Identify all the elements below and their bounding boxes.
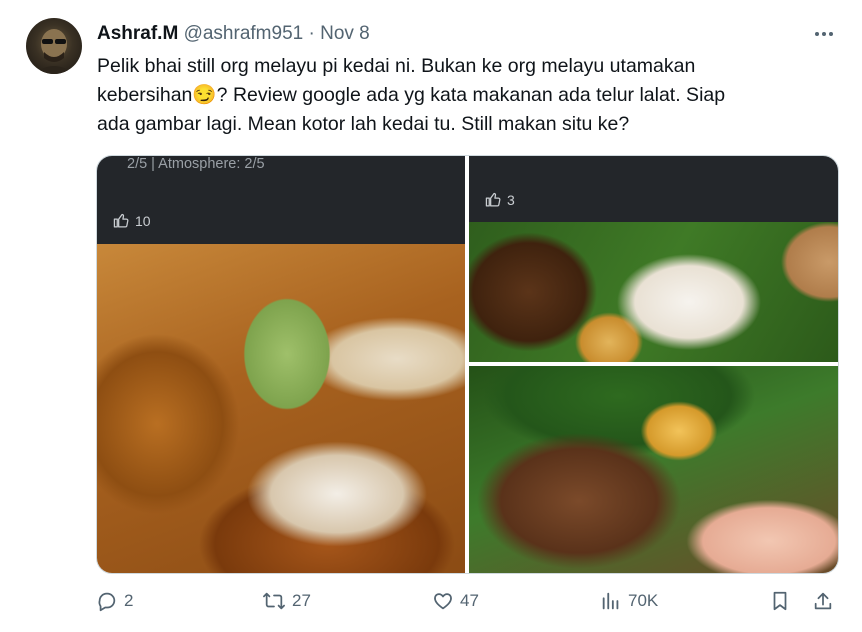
avatar-portrait [34, 29, 74, 74]
author-name[interactable]: Ashraf.M [97, 23, 178, 44]
bookmark-icon [773, 591, 787, 611]
header-separator: · [308, 23, 315, 44]
review-likes-count: 3 [507, 191, 515, 208]
repost-button[interactable]: 27 [262, 590, 311, 612]
views-button[interactable]: 70K [600, 590, 658, 612]
share-icon [814, 592, 832, 610]
review-rating-text: 2/5 | Atmosphere: 2/5 [127, 156, 265, 172]
thumbs-up-icon [485, 192, 501, 207]
hand-with-food-photo [469, 366, 838, 573]
review-likes-count: 10 [135, 212, 151, 229]
like-count: 47 [460, 591, 479, 610]
like-button[interactable]: 47 [432, 590, 479, 612]
views-chart-icon [602, 592, 619, 610]
bookmark-button[interactable] [769, 590, 791, 612]
media-image-2[interactable]: 3 [469, 156, 838, 362]
tweet-text: Pelik bhai still org melayu pi kedai ni.… [97, 52, 837, 139]
fried-chicken-photo [97, 244, 465, 573]
review-header: 2/5 | Atmosphere: 2/5 10 [97, 156, 465, 244]
repost-count: 27 [292, 591, 311, 610]
thumbs-up-icon [113, 213, 129, 228]
media-grid: 2/5 | Atmosphere: 2/5 10 3 [96, 155, 839, 574]
heart-icon [434, 593, 452, 610]
tweet-date[interactable]: Nov 8 [320, 23, 370, 44]
review-header: 3 [469, 156, 838, 222]
avatar[interactable] [26, 18, 82, 74]
tweet-header: Ashraf.M @ashrafm951 · Nov 8 [97, 22, 370, 46]
views-count: 70K [628, 591, 659, 610]
author-handle[interactable]: @ashrafm951 [184, 23, 304, 44]
reply-button[interactable]: 2 [96, 590, 133, 612]
more-dots-icon [815, 32, 833, 36]
tweet-text-line: kebersihan😏? Review google ada yg kata m… [97, 84, 726, 106]
tweet-text-line: Pelik bhai still org melayu pi kedai ni.… [97, 55, 696, 77]
tweet-text-line: ada gambar lagi. Mean kotor lah kedai tu… [97, 113, 630, 135]
rice-meal-photo [469, 222, 838, 362]
action-bar: 2 27 47 70K [0, 590, 862, 620]
more-options-button[interactable] [812, 22, 836, 46]
reply-icon [98, 592, 116, 612]
media-image-3[interactable] [469, 366, 838, 573]
review-likes: 10 [113, 212, 151, 229]
repost-icon [263, 592, 285, 610]
share-button[interactable] [812, 590, 834, 612]
reply-count: 2 [124, 591, 134, 610]
media-image-1[interactable]: 2/5 | Atmosphere: 2/5 10 [97, 156, 465, 573]
review-likes: 3 [485, 191, 515, 208]
